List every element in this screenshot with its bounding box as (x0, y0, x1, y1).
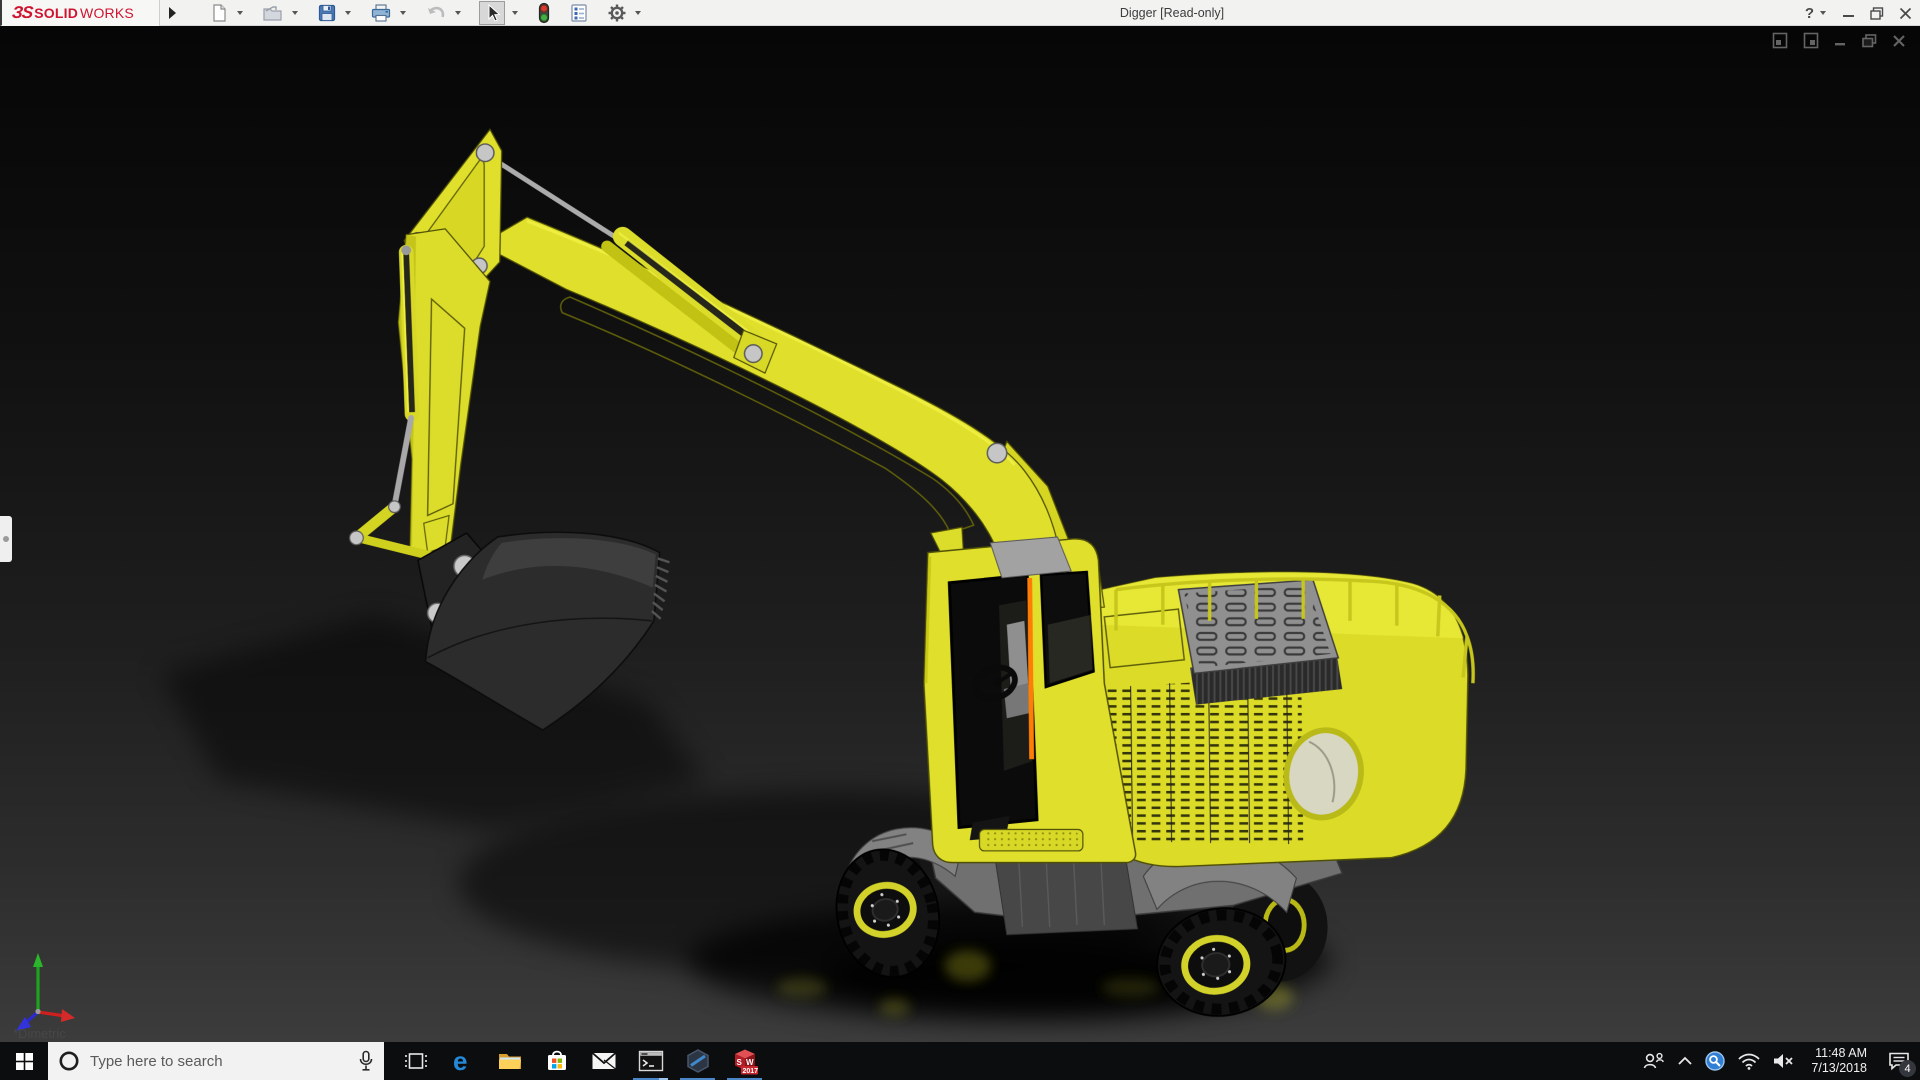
volume-muted-icon (1774, 1054, 1794, 1068)
tray-app-button[interactable] (1704, 1050, 1726, 1072)
store-button[interactable] (533, 1042, 580, 1080)
view-orientation-label: *Dimetric (13, 1026, 66, 1041)
window-controls: ? (1805, 0, 1912, 26)
options-dropdown[interactable] (635, 11, 641, 15)
minimize-button[interactable] (1843, 7, 1855, 19)
help-dropdown[interactable] (1820, 11, 1826, 15)
notification-badge: 4 (1899, 1060, 1916, 1077)
page-previous-icon[interactable] (1772, 32, 1788, 49)
microphone-icon[interactable] (358, 1050, 374, 1072)
taskbar-apps: e S W 2017 (392, 1042, 768, 1080)
wifi-icon (1738, 1053, 1761, 1070)
select-dropdown[interactable] (512, 11, 518, 15)
svg-text:S: S (736, 1058, 742, 1067)
brand-works: WORKS (80, 5, 134, 21)
main-toolbar (208, 0, 643, 26)
boom-arm (478, 216, 1061, 567)
open-button[interactable] (261, 1, 285, 25)
new-document-button[interactable] (208, 1, 230, 25)
undo-icon (428, 6, 445, 18)
new-dropdown[interactable] (237, 11, 243, 15)
file-properties-button[interactable] (568, 1, 590, 25)
feature-panel-tab[interactable] (0, 516, 12, 562)
svg-text:W: W (746, 1058, 754, 1067)
print-button[interactable] (369, 1, 393, 25)
open-folder-icon (263, 6, 282, 21)
print-dropdown[interactable] (400, 11, 406, 15)
edge-button[interactable]: e (439, 1042, 486, 1080)
gear-icon (608, 4, 626, 22)
new-document-icon (213, 4, 226, 22)
task-view-icon (404, 1053, 427, 1069)
command-prompt-icon (638, 1050, 663, 1072)
panel-tab-dot (3, 536, 9, 542)
composer-button[interactable] (674, 1042, 721, 1080)
mail-button[interactable] (580, 1042, 627, 1080)
print-icon (371, 4, 391, 22)
file-explorer-button[interactable] (486, 1042, 533, 1080)
tray-clock[interactable]: 11:48 AM 7/13/2018 (1807, 1046, 1871, 1076)
menu-flyout-button[interactable] (164, 3, 180, 23)
windows-logo-icon (15, 1052, 33, 1070)
cab (923, 526, 1137, 864)
people-button[interactable] (1642, 1051, 1666, 1071)
taskbar-search[interactable] (48, 1042, 384, 1080)
graphics-viewport[interactable]: *Dimetric (0, 26, 1920, 1042)
store-icon (547, 1050, 566, 1070)
ds-logo-glyph: ЗS (11, 3, 34, 22)
brand-solid: SOLID (34, 5, 79, 21)
volume-button[interactable] (1772, 1052, 1796, 1070)
open-dropdown[interactable] (292, 11, 298, 15)
document-window-controls (1772, 32, 1906, 49)
edge-icon: e (453, 1047, 467, 1075)
tray-time: 11:48 AM (1815, 1046, 1867, 1060)
file-properties-icon (571, 4, 587, 22)
doc-close-button[interactable] (1892, 34, 1906, 48)
system-tray: 11:48 AM 7/13/2018 4 (1642, 1042, 1916, 1080)
page-next-icon[interactable] (1803, 32, 1819, 49)
help-button[interactable]: ? (1805, 5, 1814, 22)
close-button[interactable] (1899, 7, 1912, 20)
solidworks-2017-button[interactable]: S W 2017 (721, 1042, 768, 1080)
mail-icon (591, 1052, 616, 1070)
command-prompt-button[interactable] (627, 1042, 674, 1080)
tray-date: 7/13/2018 (1811, 1061, 1867, 1075)
solidworks-2017-icon: S W 2017 (734, 1049, 758, 1075)
action-center-button[interactable]: 4 (1882, 1042, 1916, 1080)
select-cursor-icon (488, 3, 501, 22)
svg-text:e: e (453, 1047, 467, 1075)
document-title: Digger [Read-only] (1119, 6, 1225, 20)
start-button[interactable] (0, 1042, 48, 1080)
wifi-button[interactable] (1737, 1052, 1761, 1070)
traffic-light-icon (538, 2, 550, 24)
options-button[interactable] (606, 1, 628, 25)
excavator-model[interactable] (0, 26, 1920, 1042)
undo-dropdown[interactable] (455, 11, 461, 15)
search-input[interactable] (90, 1052, 348, 1070)
upper-body (1092, 571, 1475, 868)
solidworks-logo: ЗS SOLID WORKS (2, 0, 160, 26)
show-hidden-icons-button[interactable] (1677, 1055, 1693, 1067)
solidworks-window: ЗS SOLID WORKS Digger [Read-only] ? *Dim… (0, 0, 1920, 1080)
composer-hexagon-icon (686, 1049, 709, 1073)
save-floppy-icon (318, 4, 336, 22)
save-dropdown[interactable] (345, 11, 351, 15)
restore-button[interactable] (1870, 6, 1884, 20)
svg-text:2017: 2017 (742, 1068, 758, 1075)
doc-restore-button[interactable] (1862, 33, 1877, 48)
file-explorer-icon (498, 1054, 521, 1069)
undo-button[interactable] (424, 1, 448, 25)
doc-minimize-button[interactable] (1834, 34, 1847, 47)
people-icon (1644, 1052, 1665, 1069)
task-view-button[interactable] (392, 1042, 439, 1080)
blue-app-icon (1705, 1051, 1726, 1071)
title-bar: ЗS SOLID WORKS Digger [Read-only] ? (0, 0, 1920, 26)
chevron-up-icon (1678, 1056, 1693, 1065)
select-button[interactable] (479, 1, 505, 25)
windows-taskbar: e (0, 1042, 1920, 1080)
save-button[interactable] (316, 1, 338, 25)
rebuild-button[interactable] (536, 1, 552, 25)
flyout-arrow-icon (168, 7, 176, 19)
cortana-icon (59, 1051, 79, 1071)
